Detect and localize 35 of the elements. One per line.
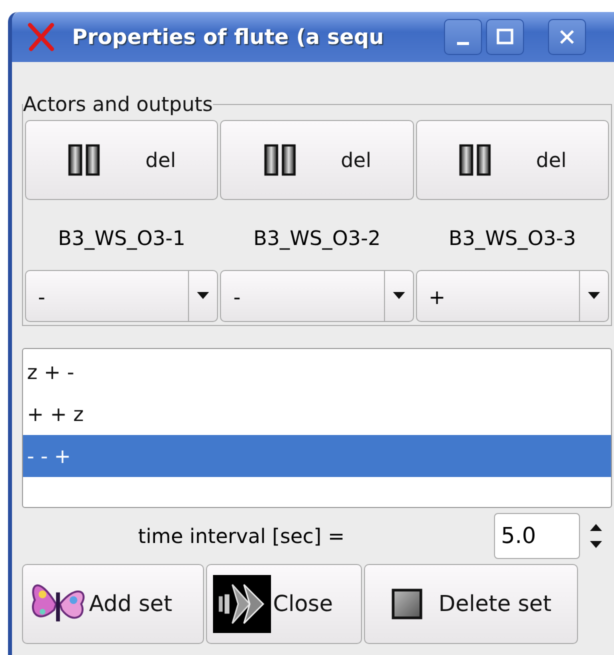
close-button[interactable] <box>548 19 586 55</box>
dropdown-arrow-icon <box>197 292 210 300</box>
delete-actor-button[interactable]: del <box>25 120 218 200</box>
pause-icon <box>262 144 297 176</box>
maximize-button[interactable] <box>486 19 524 55</box>
spin-up-icon[interactable] <box>590 523 602 531</box>
pause-icon <box>458 144 492 176</box>
spin-down-icon[interactable] <box>590 541 602 549</box>
set-list-item[interactable]: z + - <box>23 351 611 393</box>
x-logo-icon <box>26 22 56 52</box>
dropdown-arrow-icon <box>588 292 600 300</box>
set-list-item[interactable]: - - + <box>23 435 611 477</box>
delete-set-button[interactable]: Delete set <box>364 564 578 644</box>
actor-name: B3_WS_O3-1 <box>57 225 186 252</box>
actor-name: B3_WS_O3-2 <box>252 225 382 252</box>
add-set-button[interactable]: Add set <box>22 564 204 644</box>
interval-field[interactable]: 5.0 <box>494 513 580 559</box>
interval-label: time interval [sec] = <box>138 524 346 548</box>
set-list-item[interactable]: + + z <box>23 393 611 435</box>
output-dropdown[interactable]: + <box>416 270 609 322</box>
delete-actor-button[interactable]: del <box>416 120 609 200</box>
dropdown-arrow-icon <box>392 292 405 300</box>
actor-name: B3_WS_O3-3 <box>448 225 577 252</box>
square-icon <box>390 588 423 620</box>
maximize-icon <box>495 27 515 47</box>
minimize-icon <box>457 42 469 44</box>
minimize-button[interactable] <box>444 19 482 55</box>
output-dropdown[interactable]: - <box>220 270 414 322</box>
fast-forward-icon <box>213 575 271 633</box>
output-dropdown[interactable]: - <box>25 270 218 322</box>
group-title: Actors and outputs <box>23 92 213 116</box>
close-set-button[interactable]: Close <box>206 564 362 644</box>
pause-icon <box>67 144 102 176</box>
window-title: Properties of flute (a sequ <box>72 25 385 49</box>
delete-actor-button[interactable]: del <box>220 120 414 200</box>
